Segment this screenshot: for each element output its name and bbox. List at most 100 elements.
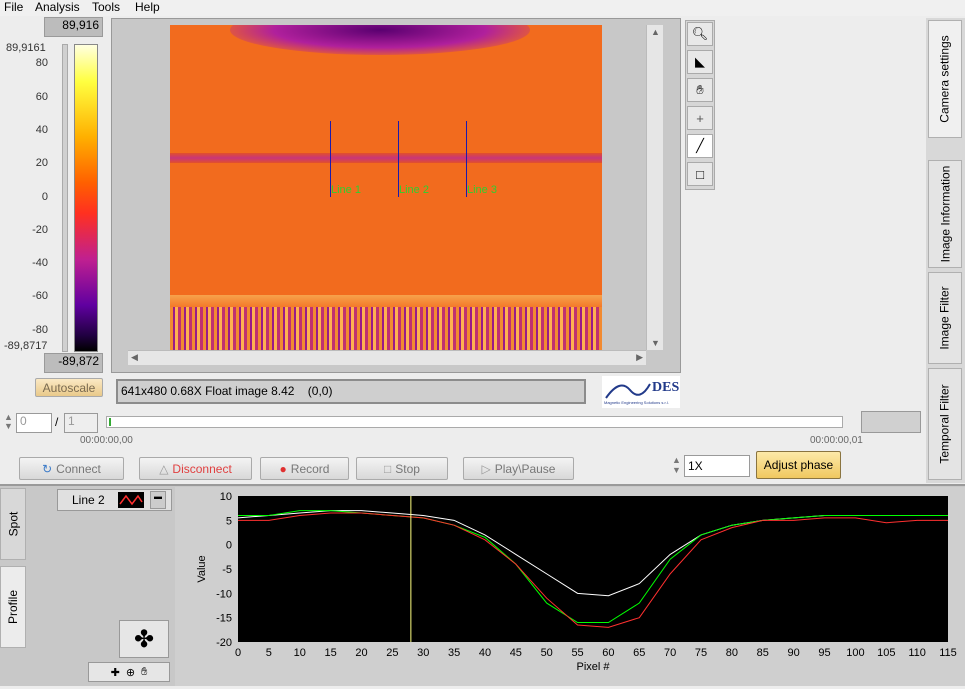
scroll-left-icon[interactable]: ◀	[131, 352, 138, 363]
image-info-bar: 641x480 0.68X Float image 8.42 (0,0)	[116, 379, 586, 404]
disconnect-button[interactable]: △ Disconnect	[139, 457, 252, 480]
legend-line-swatch-icon	[118, 492, 144, 508]
x-tick-label: 50	[541, 647, 553, 659]
menu-tools[interactable]: Tools	[92, 0, 120, 14]
scroll-up-icon[interactable]: ▲	[651, 27, 660, 37]
x-tick-label: 15	[324, 647, 336, 659]
play-pause-button[interactable]: ▷ Play\Pause	[463, 457, 574, 480]
line-2-label: Line 2	[399, 184, 429, 196]
pan-tool-icon[interactable]: ✋︎	[141, 666, 147, 679]
scroll-down-icon[interactable]: ▼	[651, 338, 660, 348]
x-tick-label: 70	[664, 647, 676, 659]
x-tick-label: 5	[266, 647, 272, 659]
thermal-band	[170, 153, 602, 163]
colorbar-tick: 60	[35, 91, 48, 103]
record-button[interactable]: ● Record	[260, 457, 349, 480]
cursor-tool-icon[interactable]: ✚	[111, 666, 120, 679]
timeline-slider[interactable]	[106, 416, 843, 428]
colorbar-slider-track[interactable]	[62, 44, 68, 352]
x-tick-label: 105	[877, 647, 895, 659]
tab-image-information[interactable]: Image Information	[928, 160, 962, 268]
x-tick-label: 55	[571, 647, 583, 659]
time-end: 00:00:00,01	[810, 435, 863, 446]
colorbar-gradient	[74, 44, 98, 352]
logo-text: DES	[652, 380, 680, 395]
autoscale-button[interactable]: Autoscale	[35, 378, 103, 397]
x-tick-label: 40	[479, 647, 491, 659]
line-3-label: Line 3	[467, 184, 497, 196]
rectangle-tool-icon[interactable]: □	[687, 162, 713, 186]
play-icon: ▷	[481, 461, 491, 476]
colorbar-tick: 0	[41, 191, 48, 203]
warning-icon: △	[159, 461, 169, 476]
x-tick-label: 65	[633, 647, 645, 659]
pan-hand-icon[interactable]: ✋︎	[687, 78, 713, 102]
colorbar-tick: -60	[32, 290, 48, 302]
x-tick-label: 10	[294, 647, 306, 659]
tab-profile[interactable]: Profile	[0, 566, 26, 648]
x-tick-label: 80	[726, 647, 738, 659]
x-tick-label: 75	[695, 647, 707, 659]
colorbar-tick: -40	[32, 257, 48, 269]
colorbar-upper-value: 89,9161	[6, 42, 46, 54]
crosshair-icon[interactable]: +	[687, 106, 713, 130]
adjust-phase-button[interactable]: Adjust phase	[756, 451, 841, 479]
x-tick-label: 35	[448, 647, 460, 659]
x-tick-label: 95	[818, 647, 830, 659]
tab-image-filter[interactable]: Image Filter	[928, 272, 962, 364]
hot-spot-region	[230, 25, 530, 55]
record-icon: ●	[279, 461, 287, 476]
y-tick-label: -15	[216, 613, 232, 625]
tab-spot[interactable]: Spot	[0, 488, 26, 560]
y-tick-label: 0	[226, 540, 232, 552]
scroll-right-icon[interactable]: ▶	[636, 352, 643, 363]
stop-button[interactable]: □ Stop	[356, 457, 448, 480]
y-axis-label: Value	[196, 555, 208, 582]
thermal-image[interactable]: Line 1 Line 2 Line 3	[170, 25, 602, 350]
y-tick-label: -5	[222, 564, 232, 576]
frame-spinner-icon[interactable]: ▲ ▼	[4, 413, 13, 431]
timeline-thumb[interactable]	[109, 418, 111, 426]
profile-chart-panel: 10 5 0 -5 -10 -15 -20 0 5 10 15 20 25 30 35 40 45 50 55 60 6…	[175, 487, 965, 686]
colorbar-tick: 40	[35, 124, 48, 136]
connect-button[interactable]: ↻ Connect	[19, 457, 124, 480]
x-tick-label: 20	[355, 647, 367, 659]
x-tick-label: 90	[788, 647, 800, 659]
speed-spinner-icon[interactable]: ▲ ▼	[672, 455, 681, 475]
line-tool-icon[interactable]: ╱	[687, 134, 713, 158]
image-horizontal-scrollbar[interactable]: ◀ ▶	[128, 350, 646, 365]
colorbar-tick: -20	[32, 224, 48, 236]
speed-input[interactable]: 1X	[684, 455, 750, 477]
des-logo: DES Magnetic Engineering Solutions s.r.l…	[602, 376, 680, 408]
x-tick-label: 25	[386, 647, 398, 659]
profile-chart[interactable]: 1050-5-10-15-200 5 10 15 20 25 30 35 40 45 50 55 60 6…	[175, 487, 965, 686]
frame-current-input[interactable]: 0	[16, 413, 52, 433]
menu-help[interactable]: Help	[135, 0, 160, 14]
frame-total: 1	[64, 413, 98, 433]
x-tick-label: 110	[908, 647, 926, 659]
navigation-pad-icon[interactable]: ✤	[119, 620, 169, 658]
colorbar-lower-value: -89,8717	[4, 340, 48, 352]
x-tick-label: 100	[846, 647, 864, 659]
zoom-tool-icon[interactable]: ⊕	[126, 666, 135, 679]
x-tick-label: 0	[235, 647, 241, 659]
legend-box[interactable]: Line 2 ▬	[57, 489, 172, 511]
zoom-icon[interactable]: 🔍︎	[687, 22, 713, 46]
frame-separator: /	[55, 415, 59, 429]
x-tick-label: 60	[602, 647, 614, 659]
colorbar-max[interactable]: 89,916	[44, 17, 103, 37]
menu-file[interactable]: File	[4, 0, 23, 14]
graph-tools: ✚ ⊕ ✋︎	[88, 662, 170, 682]
frame-indicator	[861, 411, 921, 433]
colorbar-min[interactable]: -89,872	[44, 353, 103, 373]
y-tick-label: 5	[226, 515, 232, 527]
colorbar-tick: -80	[32, 324, 48, 336]
logo-subtitle: Magnetic Engineering Solutions s.r.l.	[604, 400, 669, 405]
legend-dropdown-icon[interactable]: ▬	[150, 491, 166, 509]
tab-camera-settings[interactable]: Camera settings	[928, 20, 962, 138]
pointer-icon[interactable]: ◣	[687, 50, 713, 74]
image-vertical-scrollbar[interactable]: ▲ ▼	[646, 25, 663, 350]
colorbar-tick: 20	[35, 157, 48, 169]
tab-temporal-filter[interactable]: Temporal Filter	[928, 368, 962, 480]
menu-analysis[interactable]: Analysis	[35, 0, 80, 14]
